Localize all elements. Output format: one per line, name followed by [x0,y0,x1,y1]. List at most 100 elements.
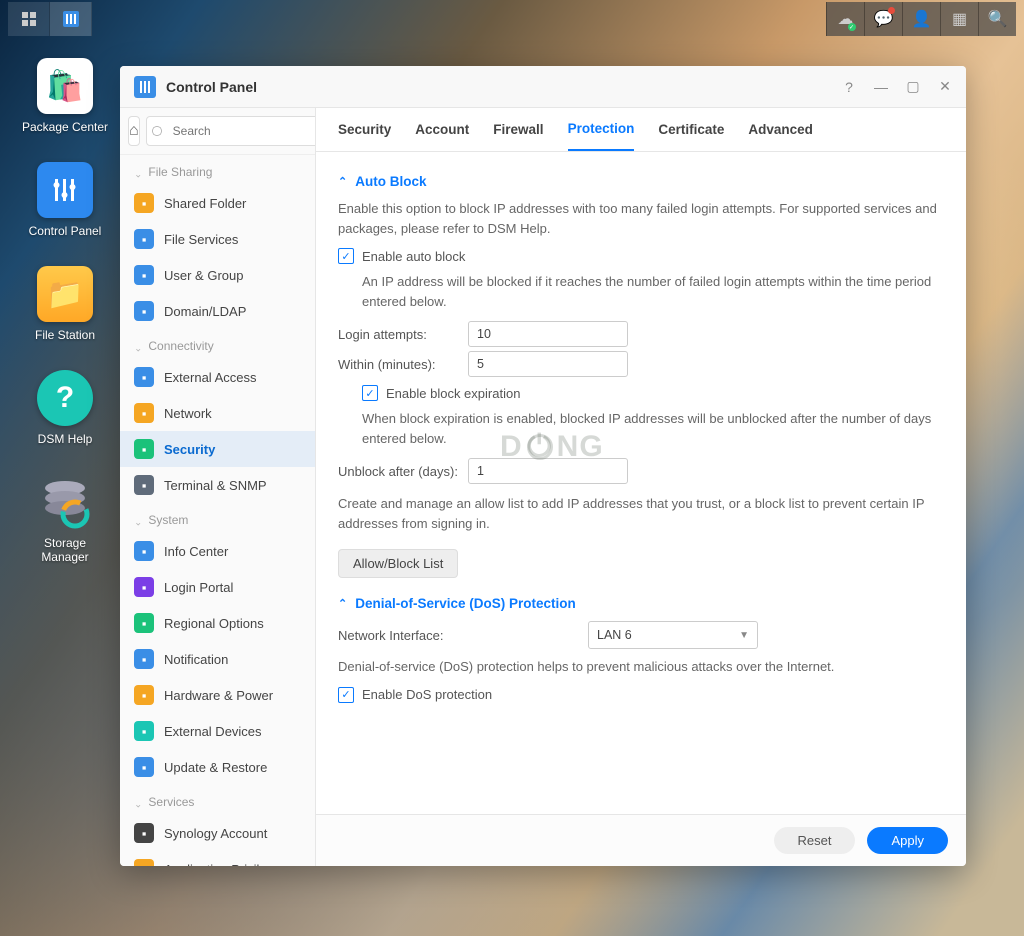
external-devices-icon: ▪ [134,721,154,741]
sidebar-group-connectivity[interactable]: Connectivity [120,329,315,359]
sidebar-item-file-services[interactable]: ▪File Services [120,221,315,257]
network-icon: ▪ [134,403,154,423]
sidebar-item-application-privileges[interactable]: ▪Application Privileges [120,851,315,866]
auto-block-desc: Enable this option to block IP addresses… [338,199,944,238]
tray-search-button[interactable]: 🔍 [978,2,1016,36]
tab-certificate[interactable]: Certificate [658,108,724,151]
desktop-label: Storage Manager [20,536,110,564]
home-icon: ⌂ [129,122,139,140]
bag-icon: 🛍️ [46,69,83,104]
desktop-label: Control Panel [29,224,102,238]
sidebar-item-label: Terminal & SNMP [164,478,267,493]
network-interface-label: Network Interface: [338,628,588,643]
window-titlebar[interactable]: Control Panel ? — ▢ ✕ [120,66,966,108]
dos-desc: Denial-of-service (DoS) protection helps… [338,657,944,677]
domain-ldap-icon: ▪ [134,301,154,321]
reset-button[interactable]: Reset [774,827,856,854]
unblock-after-input[interactable] [468,458,628,484]
sidebar-group-services[interactable]: Services [120,785,315,815]
sidebar-item-user-group[interactable]: ▪User & Group [120,257,315,293]
sidebar-item-external-devices[interactable]: ▪ External Devices [120,713,315,749]
tab-protection[interactable]: Protection [568,108,635,151]
home-button[interactable]: ⌂ [128,116,140,146]
sidebar-item-label: Domain/LDAP [164,304,246,319]
chat-icon: 💬 [874,9,894,29]
sidebar-item-label: Synology Account [164,826,267,841]
tray-cloud-button[interactable]: ☁✓ [826,2,864,36]
sidebar-item-notification[interactable]: ▪Notification [120,641,315,677]
desktop-icon-package-center[interactable]: 🛍️ Package Center [20,58,110,134]
enable-auto-block-checkbox[interactable]: ✓ [338,248,354,264]
content-pane: Security Account Firewall Protection Certifi… [316,108,966,866]
main-menu-button[interactable] [8,2,50,36]
tray-chat-button[interactable]: 💬 [864,2,902,36]
update-restore-icon: ▪ [134,757,154,777]
sidebar-item-hardware-power[interactable]: ▪ Hardware & Power [120,677,315,713]
desktop-icon-control-panel[interactable]: Control Panel [20,162,110,238]
control-panel-window: Control Panel ? — ▢ ✕ ⌂ File Sharing ▪ Sha… [120,66,966,866]
shared-folder-icon: ▪ [134,193,154,213]
sidebar-item-update-restore[interactable]: ▪Update & Restore [120,749,315,785]
sidebar-item-label: Hardware & Power [164,688,273,703]
window-icon [134,76,156,98]
taskbar-app-control-panel[interactable] [50,2,92,36]
sidebar-item-security[interactable]: ▪Security [120,431,315,467]
synology-account-icon: ▪ [134,823,154,843]
minimize-button[interactable]: — [874,79,888,95]
help-button[interactable]: ? [842,79,856,95]
sidebar-item-shared-folder[interactable]: ▪ Shared Folder [120,185,315,221]
sidebar-group-file-sharing[interactable]: File Sharing [120,155,315,185]
unblock-after-label: Unblock after (days): [338,464,468,479]
login-attempts-input[interactable] [468,321,628,347]
login-portal-icon: ▪ [134,577,154,597]
sidebar-item-label: Info Center [164,544,228,559]
search-icon: 🔍 [988,9,1008,29]
sidebar-item-label: External Devices [164,724,262,739]
sidebar-item-label: Login Portal [164,580,233,595]
section-auto-block[interactable]: ⌃Auto Block [338,174,944,189]
sidebar-item-label: User & Group [164,268,243,283]
desktop-label: DSM Help [38,432,93,446]
sidebar-item-label: Shared Folder [164,196,246,211]
tab-firewall[interactable]: Firewall [493,108,543,151]
sidebar-group-system[interactable]: System [120,503,315,533]
close-button[interactable]: ✕ [938,78,952,95]
sidebar-item-label: Security [164,442,215,457]
desktop-icon-dsm-help[interactable]: ? DSM Help [20,370,110,446]
sidebar-item-network[interactable]: ▪Network [120,395,315,431]
sidebar-item-info-center[interactable]: ▪Info Center [120,533,315,569]
tray-user-button[interactable]: 👤 [902,2,940,36]
sliders-icon [63,11,79,27]
sidebar-item-regional-options[interactable]: ▪Regional Options [120,605,315,641]
desktop-icon-storage-manager[interactable]: Storage Manager [20,474,110,564]
enable-auto-block-label: Enable auto block [362,249,465,264]
desktop-label: File Station [35,328,95,342]
grid-icon [21,11,37,27]
desktop-icon-file-station[interactable]: 📁 File Station [20,266,110,342]
allow-block-desc: Create and manage an allow list to add I… [338,494,944,533]
maximize-button[interactable]: ▢ [906,78,920,95]
window-title: Control Panel [166,79,257,95]
tab-security[interactable]: Security [338,108,391,151]
tray-widgets-button[interactable]: ▦ [940,2,978,36]
block-expiration-desc: When block expiration is enabled, blocke… [362,409,944,448]
sidebar-item-login-portal[interactable]: ▪ Login Portal [120,569,315,605]
cloud-check-icon: ☁✓ [838,9,854,29]
tab-account[interactable]: Account [415,108,469,151]
enable-block-expiration-checkbox[interactable]: ✓ [362,385,378,401]
tab-advanced[interactable]: Advanced [748,108,813,151]
sidebar-item-domain-ldap[interactable]: ▪ Domain/LDAP [120,293,315,329]
user-icon: 👤 [912,9,932,29]
network-interface-select[interactable]: LAN 6▼ [588,621,758,649]
search-input[interactable] [146,116,316,146]
allow-block-list-button[interactable]: Allow/Block List [338,549,458,578]
section-dos[interactable]: ⌃Denial-of-Service (DoS) Protection [338,596,944,611]
sidebar-item-synology-account[interactable]: ▪ Synology Account [120,815,315,851]
within-minutes-input[interactable] [468,351,628,377]
sidebar-item-terminal-snmp[interactable]: ▪Terminal & SNMP [120,467,315,503]
apply-button[interactable]: Apply [867,827,948,854]
sidebar-item-label: File Services [164,232,238,247]
hardware-power-icon: ▪ [134,685,154,705]
enable-dos-checkbox[interactable]: ✓ [338,687,354,703]
sidebar-item-external-access[interactable]: ▪External Access [120,359,315,395]
